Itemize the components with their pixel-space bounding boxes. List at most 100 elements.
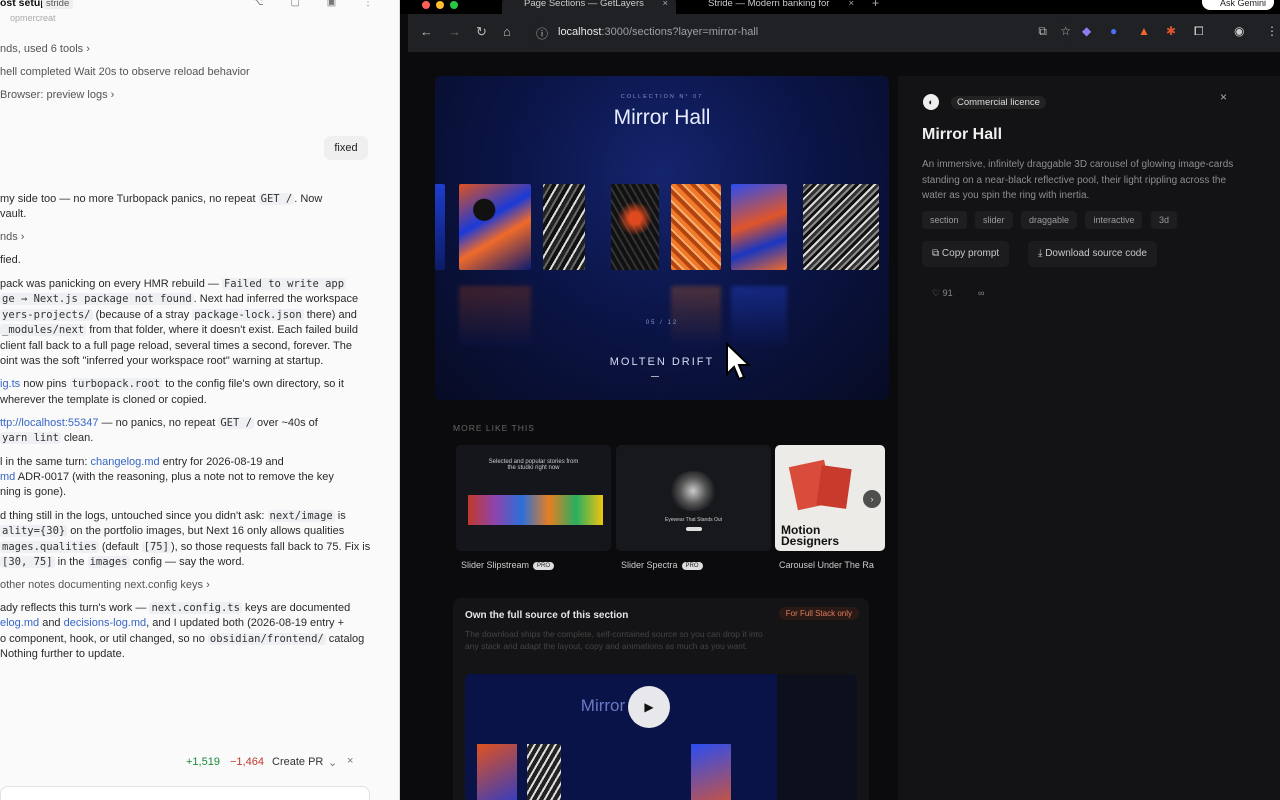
maximize-icon[interactable] xyxy=(450,1,458,9)
chat-header: ost setup stride opmercreat ⌥ ▢ ▣ ⋮ xyxy=(0,0,399,23)
reply-line: Nothing further to update. xyxy=(0,648,125,660)
tag[interactable]: slider xyxy=(974,211,1013,229)
play-button[interactable]: ▶ xyxy=(628,686,670,728)
cast-icon[interactable]: ⧉ xyxy=(1038,24,1047,39)
tool-step[interactable]: other notes documenting next.config keys… xyxy=(0,578,380,594)
carousel-card[interactable] xyxy=(543,184,585,270)
tool-step[interactable]: Browser: preview logs › xyxy=(0,88,380,104)
related-card-title[interactable]: Slider Spectra PRO xyxy=(621,560,703,570)
reply-line: client fall back to a full page reload, … xyxy=(0,340,352,352)
tag[interactable]: 3d xyxy=(1150,211,1177,229)
reply-line: fied. xyxy=(0,254,21,266)
carousel-card[interactable] xyxy=(803,184,879,270)
controls-panel xyxy=(777,674,857,800)
reply-line: yarn lint clean. xyxy=(0,432,94,444)
carousel[interactable] xyxy=(435,184,889,274)
section-preview[interactable]: COLLECTION N° 07 Mirror Hall 05 / 12 MOL… xyxy=(435,76,889,400)
copy-icon: ⧉ xyxy=(932,248,942,259)
close-icon[interactable]: × xyxy=(347,755,353,767)
extension-icon[interactable]: ▲ xyxy=(1138,24,1150,38)
tag[interactable]: section xyxy=(922,211,967,229)
changelog-link[interactable]: changelog.md xyxy=(91,456,160,468)
pro-badge: PRO xyxy=(681,561,703,570)
chat-title: ost setup xyxy=(0,0,47,9)
caption-underline xyxy=(651,376,659,377)
create-pr-button[interactable]: Create PR xyxy=(272,756,323,768)
ask-gemini-button[interactable]: Ask Gemini xyxy=(1201,0,1274,10)
back-icon[interactable]: ← xyxy=(420,24,433,39)
next-arrow-icon[interactable]: › xyxy=(863,490,881,508)
url-text[interactable]: localhost:3000/sections?layer=mirror-hal… xyxy=(558,26,758,38)
close-tab-icon[interactable]: × xyxy=(848,0,854,11)
like-button[interactable]: ♡ 91 xyxy=(932,288,953,299)
tag[interactable]: interactive xyxy=(1085,211,1143,229)
card-reflection xyxy=(459,286,531,346)
carousel-card[interactable] xyxy=(671,184,721,270)
section-title: Mirror Hall xyxy=(922,126,1003,143)
reply-line: d thing still in the logs, untouched sin… xyxy=(0,510,346,522)
thumbnail-image xyxy=(468,495,603,525)
carousel-card[interactable] xyxy=(731,184,787,270)
carousel-card[interactable] xyxy=(459,184,531,270)
close-panel-button[interactable]: × xyxy=(1220,90,1227,104)
reply-line: md ADR-0017 (with the reasoning, plus a … xyxy=(0,471,334,483)
reply-line: my side too — no more Turbopack panics, … xyxy=(0,193,323,205)
reply-line: ttp://localhost:55347 — no panics, no re… xyxy=(0,417,318,429)
tag-list: section slider draggable interactive 3d xyxy=(922,210,1181,230)
profile-avatar[interactable]: ◉ xyxy=(1234,24,1244,38)
reply-line: mages.qualities (default [75]), so those… xyxy=(0,541,371,553)
address-bar[interactable]: ⓘ localhost:3000/sections?layer=mirror-h… xyxy=(528,19,1073,47)
tab-page-sections[interactable]: Page Sections — GetLayers × xyxy=(502,0,676,14)
share-link-icon[interactable]: ∞ xyxy=(978,288,984,298)
tool-step[interactable]: hell completed Wait 20s to observe reloa… xyxy=(0,65,380,81)
close-window-icon[interactable] xyxy=(422,1,430,9)
window-controls[interactable] xyxy=(422,0,464,14)
reply-line: _modules/next from that folder, where it… xyxy=(0,324,358,336)
bookmark-star-icon[interactable]: ☆ xyxy=(1060,24,1071,38)
reply-line: [30, 75] in the images config — say the … xyxy=(0,556,245,568)
file-link[interactable]: ig.ts xyxy=(0,378,20,390)
home-icon[interactable]: ⌂ xyxy=(503,24,511,39)
slide-index: 05 / 12 xyxy=(645,320,679,326)
tab-stride[interactable]: Stride — Modern banking for × xyxy=(686,0,862,14)
reply-line: ge → Next.js package not found. Next had… xyxy=(0,293,359,305)
site-info-icon[interactable]: ⓘ xyxy=(536,25,548,42)
tag[interactable]: draggable xyxy=(1020,211,1077,229)
lines-removed: −1,464 xyxy=(230,756,264,768)
tool-step[interactable]: nds, used 6 tools › xyxy=(0,42,380,58)
chevron-down-icon[interactable]: ⌄ xyxy=(328,756,337,769)
related-card[interactable]: Eyewear That Stands Out xyxy=(616,445,771,551)
reply-line: elog.md and decisions-log.md, and I upda… xyxy=(0,617,344,629)
puzzle-icon[interactable]: ⧠ xyxy=(1194,24,1204,39)
copy-prompt-button[interactable]: ⧉ Copy prompt xyxy=(922,241,1010,267)
own-source-card: Own the full source of this section For … xyxy=(453,598,869,800)
reload-icon[interactable]: ↻ xyxy=(476,24,487,40)
tab-strip: Page Sections — GetLayers × Stride — Mode… xyxy=(400,0,1280,14)
related-card[interactable]: Selected and popular stories from the st… xyxy=(456,445,611,551)
more-like-this-heading: MORE LIKE THIS xyxy=(453,423,535,433)
header-icons[interactable]: ⌥ ▢ ▣ ⋮ xyxy=(252,0,385,8)
download-source-button[interactable]: ⤓ Download source code xyxy=(1028,241,1157,267)
message-input[interactable] xyxy=(0,786,370,800)
minimize-icon[interactable] xyxy=(436,1,444,9)
tool-step[interactable]: nds › xyxy=(0,230,380,246)
carousel-card[interactable] xyxy=(611,184,659,270)
avatar: ◐ xyxy=(923,94,939,110)
reply-line: ning is gone). xyxy=(0,486,67,498)
carousel-card[interactable] xyxy=(435,184,445,270)
close-tab-icon[interactable]: × xyxy=(662,0,668,11)
extension-icon[interactable]: ● xyxy=(1110,24,1117,38)
related-card-title[interactable]: Slider Slipstream PRO xyxy=(461,560,555,570)
forward-icon[interactable]: → xyxy=(448,24,461,39)
extension-icon[interactable]: ◆ xyxy=(1082,24,1091,38)
menu-icon[interactable]: ⋮ xyxy=(1266,24,1278,38)
new-tab-button[interactable]: + xyxy=(872,0,879,10)
localhost-link[interactable]: ttp://localhost:55347 xyxy=(0,417,98,429)
project-tag[interactable]: stride xyxy=(42,0,74,9)
chat-subtitle: opmercreat xyxy=(10,13,56,23)
extension-icon[interactable]: ✱ xyxy=(1166,24,1176,38)
thumbnail-image xyxy=(668,471,718,511)
preview-title: Mirror Hall xyxy=(613,106,711,129)
related-card-title[interactable]: Carousel Under The Ra xyxy=(779,560,883,570)
plan-badge: For Full Stack only xyxy=(778,607,859,620)
